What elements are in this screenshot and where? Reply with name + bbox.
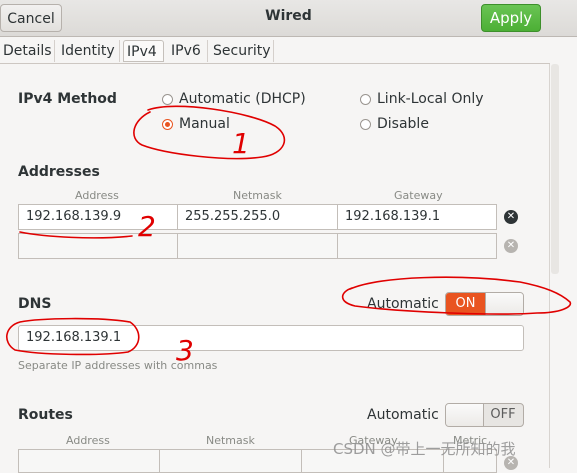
- address-field-empty[interactable]: [18, 233, 178, 259]
- dns-hint: Separate IP addresses with commas: [18, 359, 218, 372]
- radio-icon[interactable]: [162, 94, 173, 105]
- radio-icon[interactable]: [360, 94, 371, 105]
- column-header-netmask: Netmask: [233, 189, 282, 202]
- switch-knob[interactable]: [485, 293, 523, 315]
- tab-details[interactable]: Details: [0, 40, 55, 62]
- switch-state-off: OFF: [490, 407, 516, 422]
- radio-label: Manual: [179, 116, 230, 132]
- annotation-circle-manual: [133, 105, 286, 160]
- routes-title: Routes: [18, 407, 73, 423]
- tab-identity[interactable]: Identity: [58, 40, 120, 62]
- tab-ipv6[interactable]: IPv6: [168, 40, 208, 62]
- cancel-button[interactable]: Cancel: [0, 4, 62, 32]
- radio-icon[interactable]: [162, 119, 173, 130]
- dns-automatic-switch[interactable]: ON: [445, 292, 524, 316]
- tab-ipv4[interactable]: IPv4: [123, 40, 164, 62]
- addresses-title: Addresses: [18, 164, 100, 180]
- column-header-address: Address: [75, 189, 119, 202]
- routes-automatic-label: Automatic: [367, 407, 439, 423]
- radio-label: Disable: [377, 116, 429, 132]
- netmask-field-empty[interactable]: [177, 233, 338, 259]
- delete-address-icon[interactable]: ✕: [504, 210, 518, 224]
- header-bar: Cancel Wired Apply: [0, 0, 577, 37]
- scrollbar[interactable]: [551, 64, 559, 274]
- annotation-number-1: 1: [232, 127, 250, 160]
- dns-title: DNS: [18, 296, 52, 312]
- column-header-gateway: Gateway: [394, 189, 443, 202]
- netmask-field[interactable]: 255.255.255.0: [177, 204, 338, 230]
- routes-column-address: Address: [66, 434, 110, 447]
- delete-address-icon[interactable]: ✕: [504, 239, 518, 253]
- radio-icon[interactable]: [360, 119, 371, 130]
- dns-server-field[interactable]: 192.168.139.1: [18, 325, 524, 351]
- tab-security[interactable]: Security: [210, 40, 274, 62]
- radio-label: Link-Local Only: [377, 91, 484, 107]
- apply-button[interactable]: Apply: [481, 4, 541, 32]
- gateway-field[interactable]: 192.168.139.1: [337, 204, 497, 230]
- routes-column-netmask: Netmask: [206, 434, 255, 447]
- ipv4-method-label: IPv4 Method: [18, 91, 117, 107]
- gateway-field-empty[interactable]: [337, 233, 497, 259]
- routes-automatic-switch[interactable]: OFF: [445, 403, 524, 427]
- switch-knob[interactable]: [446, 404, 484, 426]
- switch-state-on: ON: [446, 293, 485, 315]
- dns-automatic-label: Automatic: [367, 296, 439, 312]
- radio-label: Automatic (DHCP): [179, 91, 306, 107]
- route-address-field[interactable]: [18, 449, 160, 473]
- tab-divider: [0, 63, 550, 64]
- route-netmask-field[interactable]: [159, 449, 302, 473]
- content-scroll-border: [549, 64, 550, 468]
- address-field[interactable]: 192.168.139.9: [18, 204, 178, 230]
- watermark: CSDN @带上一无所知的我: [333, 440, 516, 458]
